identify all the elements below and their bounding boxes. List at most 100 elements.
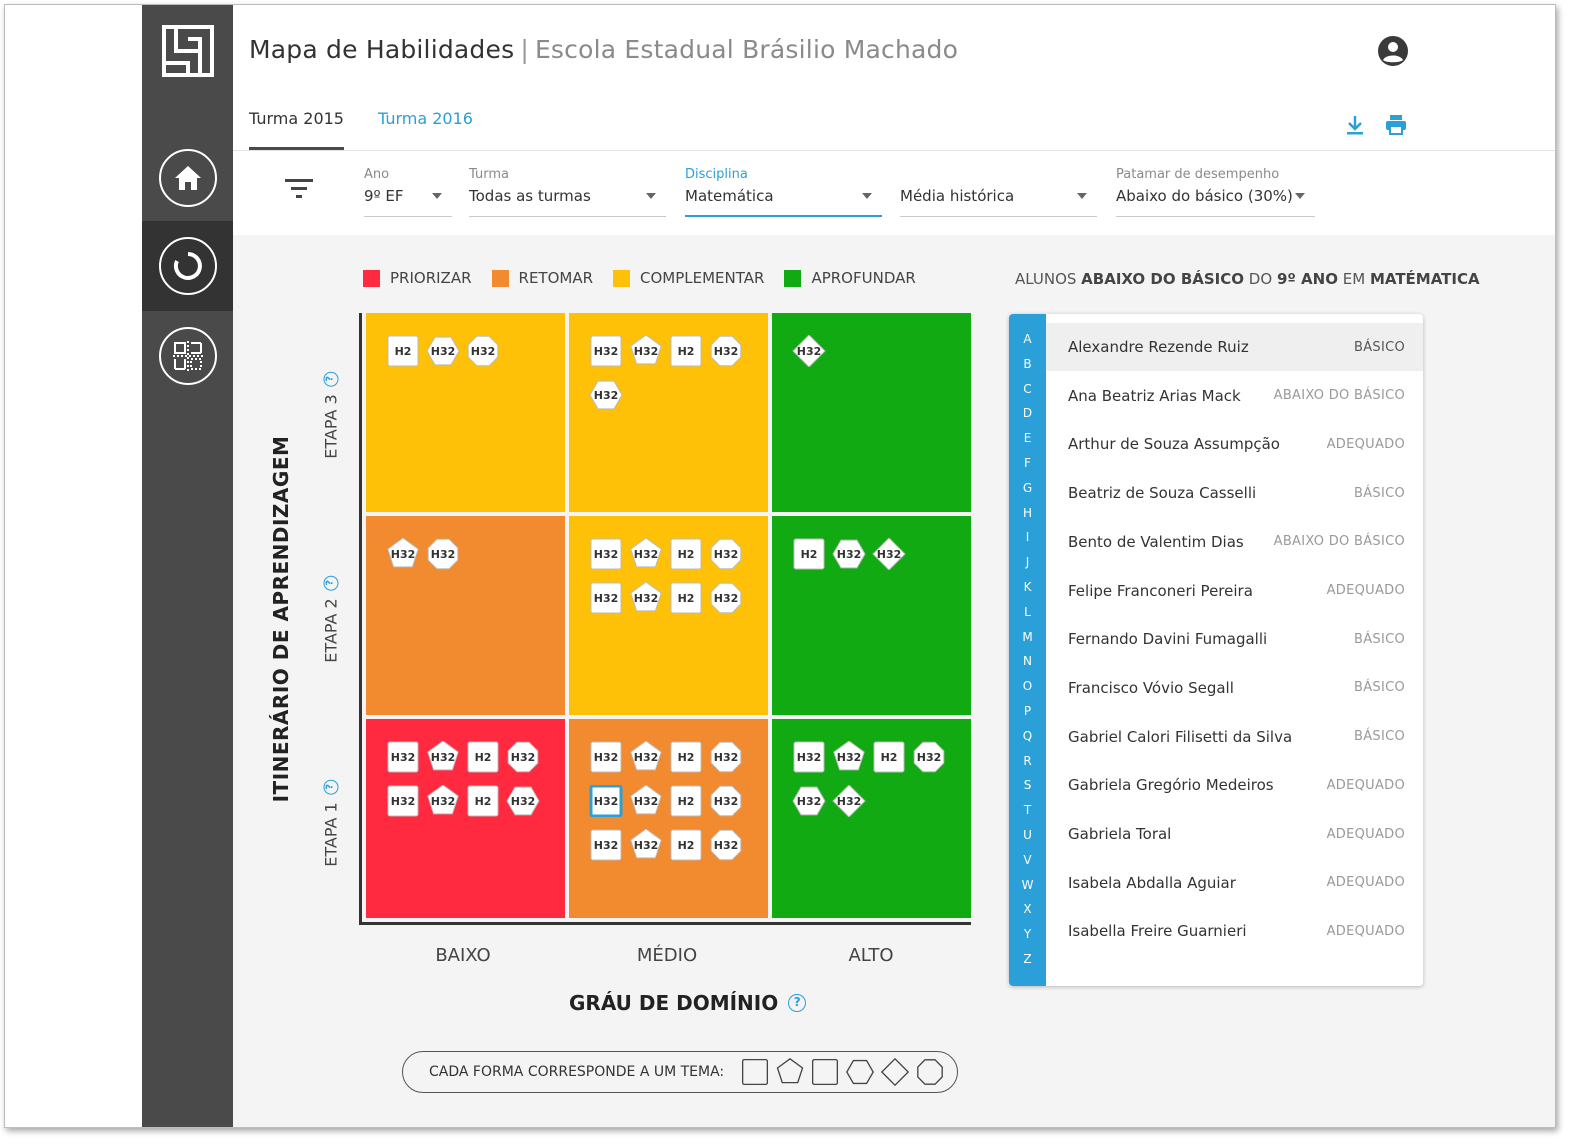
matrix-cell[interactable]: H32 H32 H2 H32 H32 H32 H2 H32 H32 H32 H2 H32	[569, 719, 768, 918]
matrix-cell[interactable]: H2 H32 H32	[772, 516, 971, 715]
alphabet-letter[interactable]: A	[1009, 332, 1046, 346]
skill-chip-square[interactable]: H2	[669, 538, 703, 570]
skill-chip-square[interactable]: H32	[792, 741, 826, 773]
skill-chip-square[interactable]: H2	[669, 335, 703, 367]
alphabet-letter[interactable]: F	[1009, 456, 1046, 470]
alphabet-letter[interactable]: D	[1009, 406, 1046, 420]
alphabet-letter[interactable]: S	[1009, 778, 1046, 792]
skill-chip-hexagon[interactable]: H32	[792, 785, 826, 817]
logo-icon[interactable]	[162, 25, 214, 77]
skill-chip-hexagon[interactable]: H32	[589, 379, 623, 411]
alphabet-letter[interactable]: M	[1009, 630, 1046, 644]
skill-chip-pentagon[interactable]: H32	[629, 829, 663, 861]
skill-chip-octagon[interactable]: H32	[709, 538, 743, 570]
student-row[interactable]: Alexandre Rezende Ruiz BÁSICO	[1046, 323, 1423, 371]
alphabet-letter[interactable]: I	[1009, 530, 1046, 544]
print-icon[interactable]	[1384, 113, 1408, 137]
skill-chip-octagon[interactable]: H32	[709, 741, 743, 773]
media-dropdown[interactable]: Média histórica	[900, 167, 1097, 217]
skill-chip-square[interactable]: H2	[792, 538, 826, 570]
skill-chip-square[interactable]: H2	[669, 741, 703, 773]
skill-chip-octagon[interactable]: H32	[709, 785, 743, 817]
skill-chip-octagon[interactable]: H32	[506, 741, 540, 773]
disciplina-dropdown[interactable]: Disciplina Matemática	[685, 167, 882, 217]
alphabet-letter[interactable]: O	[1009, 679, 1046, 693]
nav-grid[interactable]	[142, 311, 233, 401]
skill-chip-diamond[interactable]: H32	[872, 538, 906, 570]
alphabet-letter[interactable]: N	[1009, 654, 1046, 668]
tab-turma-2015[interactable]: Turma 2015	[249, 109, 344, 151]
skill-chip-octagon[interactable]: H32	[912, 741, 946, 773]
skill-chip-pentagon[interactable]: H32	[386, 538, 420, 570]
alphabet-letter[interactable]: Z	[1009, 952, 1046, 966]
ano-dropdown[interactable]: Ano 9º EF	[364, 167, 452, 217]
matrix-cell[interactable]: H32 H32 H2 H32 H32 H32 H2 H32	[569, 516, 768, 715]
alphabet-letter[interactable]: J	[1009, 555, 1046, 569]
skill-chip-square[interactable]: H32	[589, 829, 623, 861]
skill-chip-hexagon[interactable]: H32	[506, 785, 540, 817]
student-row[interactable]: Gabriela Gregório Medeiros ADEQUADO	[1046, 761, 1423, 809]
matrix-cell[interactable]: H32 H32 H2 H32 H32 H32 H2 H32	[366, 719, 565, 918]
help-icon[interactable]: ?	[323, 779, 339, 795]
matrix-cell[interactable]: H32	[772, 313, 971, 512]
alphabet-letter[interactable]: G	[1009, 481, 1046, 495]
turma-dropdown[interactable]: Turma Todas as turmas	[469, 167, 666, 217]
alphabet-letter[interactable]: V	[1009, 853, 1046, 867]
student-row[interactable]: Felipe Franconeri Pereira ADEQUADO	[1046, 567, 1423, 615]
student-row[interactable]: Arthur de Souza Assumpção ADEQUADO	[1046, 420, 1423, 468]
help-icon[interactable]: ?	[788, 994, 807, 1012]
matrix-cell[interactable]: H2 H32 H32	[366, 313, 565, 512]
alphabet-letter[interactable]: U	[1009, 828, 1046, 842]
alphabet-letter[interactable]: X	[1009, 902, 1046, 916]
alphabet-letter[interactable]: Q	[1009, 729, 1046, 743]
skill-chip-diamond[interactable]: H32	[832, 785, 866, 817]
student-row[interactable]: Francisco Vóvio Segall BÁSICO	[1046, 664, 1423, 712]
nav-home[interactable]	[142, 133, 233, 223]
skill-chip-pentagon[interactable]: H32	[629, 785, 663, 817]
skill-chip-square[interactable]: H32	[589, 582, 623, 614]
alphabet-letter[interactable]: B	[1009, 357, 1046, 371]
alphabet-letter[interactable]: C	[1009, 382, 1046, 396]
skill-chip-square[interactable]: H32	[589, 785, 623, 817]
skill-chip-square[interactable]: H32	[386, 741, 420, 773]
patamar-dropdown[interactable]: Patamar de desempenho Abaixo do básico (…	[1116, 167, 1315, 217]
help-icon[interactable]: ?	[323, 371, 339, 387]
alphabet-letter[interactable]: Y	[1009, 927, 1046, 941]
student-row[interactable]: Gabriela Toral ADEQUADO	[1046, 810, 1423, 858]
skill-chip-hexagon[interactable]: H32	[832, 538, 866, 570]
student-row[interactable]: Bento de Valentim Dias ABAIXO DO BÁSICO	[1046, 518, 1423, 566]
skill-chip-octagon[interactable]: H32	[709, 829, 743, 861]
skill-chip-square[interactable]: H32	[589, 741, 623, 773]
skill-chip-square[interactable]: H2	[872, 741, 906, 773]
tab-turma-2016[interactable]: Turma 2016	[378, 109, 473, 151]
alphabet-letter[interactable]: L	[1009, 605, 1046, 619]
skill-chip-square[interactable]: H32	[589, 335, 623, 367]
nav-map[interactable]	[142, 221, 233, 311]
matrix-cell[interactable]: H32 H32 H2 H32 H32 H32	[772, 719, 971, 918]
skill-chip-pentagon[interactable]: H32	[629, 335, 663, 367]
skill-chip-hexagon[interactable]: H32	[426, 335, 460, 367]
skill-chip-square[interactable]: H2	[466, 741, 500, 773]
skill-chip-square[interactable]: H2	[669, 829, 703, 861]
alphabet-letter[interactable]: T	[1009, 803, 1046, 817]
skill-chip-square[interactable]: H32	[589, 538, 623, 570]
matrix-cell[interactable]: H32 H32 H2 H32 H32	[569, 313, 768, 512]
alphabet-letter[interactable]: E	[1009, 431, 1046, 445]
skill-chip-pentagon[interactable]: H32	[832, 741, 866, 773]
skill-chip-pentagon[interactable]: H32	[629, 538, 663, 570]
alphabet-letter[interactable]: P	[1009, 704, 1046, 718]
user-account-icon[interactable]	[1377, 35, 1409, 67]
skill-chip-square[interactable]: H2	[669, 785, 703, 817]
alphabet-letter[interactable]: W	[1009, 878, 1046, 892]
alphabet-letter[interactable]: R	[1009, 754, 1046, 768]
skill-chip-octagon[interactable]: H32	[709, 582, 743, 614]
student-row[interactable]: Beatriz de Souza Casselli BÁSICO	[1046, 469, 1423, 517]
student-row[interactable]: Isabella Freire Guarnieri ADEQUADO	[1046, 907, 1423, 955]
skill-chip-octagon[interactable]: H32	[426, 538, 460, 570]
skill-chip-square[interactable]: H2	[466, 785, 500, 817]
skill-chip-square[interactable]: H32	[386, 785, 420, 817]
student-row[interactable]: Fernando Davini Fumagalli BÁSICO	[1046, 615, 1423, 663]
skill-chip-square[interactable]: H2	[669, 582, 703, 614]
skill-chip-square[interactable]: H2	[386, 335, 420, 367]
download-icon[interactable]	[1343, 113, 1367, 137]
